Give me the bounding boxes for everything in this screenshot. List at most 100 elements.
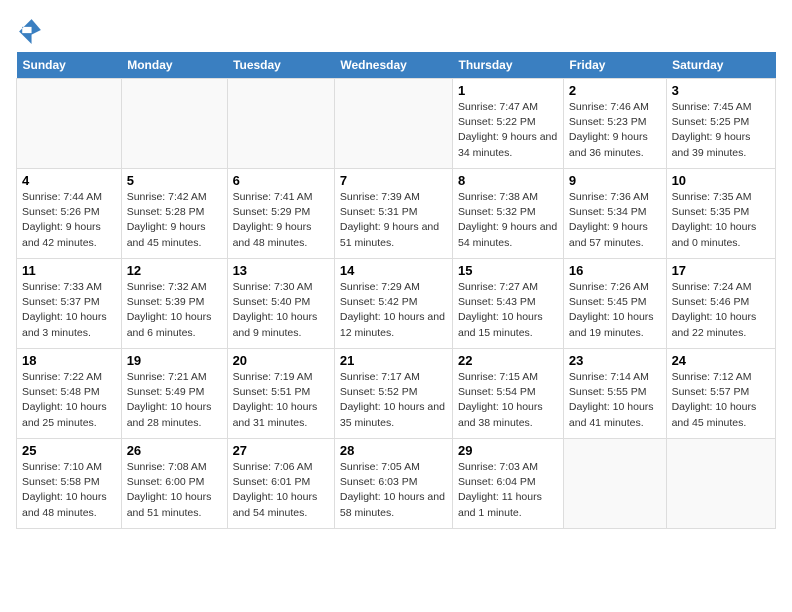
day-detail: Sunrise: 7:03 AMSunset: 6:04 PMDaylight:…	[458, 460, 558, 521]
day-detail: Sunrise: 7:33 AMSunset: 5:37 PMDaylight:…	[22, 280, 116, 341]
day-of-week-header: Monday	[121, 52, 227, 79]
calendar-week-row: 18 Sunrise: 7:22 AMSunset: 5:48 PMDayligh…	[17, 349, 776, 439]
calendar-cell: 1 Sunrise: 7:47 AMSunset: 5:22 PMDaylight…	[453, 79, 564, 169]
calendar-cell: 7 Sunrise: 7:39 AMSunset: 5:31 PMDaylight…	[334, 169, 452, 259]
day-number: 3	[672, 83, 770, 98]
calendar-cell: 18 Sunrise: 7:22 AMSunset: 5:48 PMDayligh…	[17, 349, 122, 439]
day-detail: Sunrise: 7:05 AMSunset: 6:03 PMDaylight:…	[340, 460, 447, 521]
calendar-cell: 14Sunrise: 7:29 AMSunset: 5:42 PMDayligh…	[334, 259, 452, 349]
day-of-week-header: Wednesday	[334, 52, 452, 79]
calendar-cell: 2 Sunrise: 7:46 AMSunset: 5:23 PMDaylight…	[563, 79, 666, 169]
day-of-week-header: Saturday	[666, 52, 775, 79]
calendar-cell: 21 Sunrise: 7:17 AMSunset: 5:52 PMDayligh…	[334, 349, 452, 439]
day-number: 25	[22, 443, 116, 458]
calendar-cell: 25 Sunrise: 7:10 AMSunset: 5:58 PMDayligh…	[17, 439, 122, 529]
day-number: 27	[233, 443, 329, 458]
day-detail: Sunrise: 7:26 AMSunset: 5:45 PMDaylight:…	[569, 280, 661, 341]
day-detail: Sunrise: 7:22 AMSunset: 5:48 PMDaylight:…	[22, 370, 116, 431]
calendar-cell	[563, 439, 666, 529]
calendar-week-row: 4 Sunrise: 7:44 AMSunset: 5:26 PMDaylight…	[17, 169, 776, 259]
day-detail: Sunrise: 7:47 AMSunset: 5:22 PMDaylight:…	[458, 100, 558, 161]
day-number: 23	[569, 353, 661, 368]
day-of-week-header: Thursday	[453, 52, 564, 79]
day-number: 17	[672, 263, 770, 278]
day-detail: Sunrise: 7:41 AMSunset: 5:29 PMDaylight:…	[233, 190, 329, 251]
day-number: 15	[458, 263, 558, 278]
page-header	[16, 16, 776, 44]
day-number: 28	[340, 443, 447, 458]
calendar-cell: 16 Sunrise: 7:26 AMSunset: 5:45 PMDayligh…	[563, 259, 666, 349]
calendar-cell: 24 Sunrise: 7:12 AMSunset: 5:57 PMDayligh…	[666, 349, 775, 439]
calendar-cell: 4 Sunrise: 7:44 AMSunset: 5:26 PMDaylight…	[17, 169, 122, 259]
calendar-cell: 3 Sunrise: 7:45 AMSunset: 5:25 PMDaylight…	[666, 79, 775, 169]
day-detail: Sunrise: 7:44 AMSunset: 5:26 PMDaylight:…	[22, 190, 116, 251]
day-detail: Sunrise: 7:12 AMSunset: 5:57 PMDaylight:…	[672, 370, 770, 431]
day-number: 11	[22, 263, 116, 278]
logo-icon	[16, 16, 44, 44]
day-detail: Sunrise: 7:35 AMSunset: 5:35 PMDaylight:…	[672, 190, 770, 251]
day-number: 22	[458, 353, 558, 368]
day-number: 4	[22, 173, 116, 188]
day-number: 24	[672, 353, 770, 368]
calendar-cell: 23Sunrise: 7:14 AMSunset: 5:55 PMDayligh…	[563, 349, 666, 439]
day-number: 16	[569, 263, 661, 278]
day-detail: Sunrise: 7:17 AMSunset: 5:52 PMDaylight:…	[340, 370, 447, 431]
calendar-cell: 29 Sunrise: 7:03 AMSunset: 6:04 PMDayligh…	[453, 439, 564, 529]
day-detail: Sunrise: 7:15 AMSunset: 5:54 PMDaylight:…	[458, 370, 558, 431]
calendar-cell: 8 Sunrise: 7:38 AMSunset: 5:32 PMDaylight…	[453, 169, 564, 259]
day-number: 2	[569, 83, 661, 98]
calendar-week-row: 25 Sunrise: 7:10 AMSunset: 5:58 PMDayligh…	[17, 439, 776, 529]
calendar-week-row: 11 Sunrise: 7:33 AMSunset: 5:37 PMDayligh…	[17, 259, 776, 349]
calendar-header-row: SundayMondayTuesdayWednesdayThursdayFrid…	[17, 52, 776, 79]
day-of-week-header: Friday	[563, 52, 666, 79]
calendar-cell: 28 Sunrise: 7:05 AMSunset: 6:03 PMDayligh…	[334, 439, 452, 529]
calendar-cell: 5 Sunrise: 7:42 AMSunset: 5:28 PMDaylight…	[121, 169, 227, 259]
day-detail: Sunrise: 7:24 AMSunset: 5:46 PMDaylight:…	[672, 280, 770, 341]
calendar-cell: 12Sunrise: 7:32 AMSunset: 5:39 PMDayligh…	[121, 259, 227, 349]
calendar-cell: 10 Sunrise: 7:35 AMSunset: 5:35 PMDayligh…	[666, 169, 775, 259]
calendar-cell: 22 Sunrise: 7:15 AMSunset: 5:54 PMDayligh…	[453, 349, 564, 439]
calendar-cell	[334, 79, 452, 169]
day-number: 5	[127, 173, 222, 188]
day-number: 8	[458, 173, 558, 188]
calendar-cell: 6 Sunrise: 7:41 AMSunset: 5:29 PMDaylight…	[227, 169, 334, 259]
day-number: 7	[340, 173, 447, 188]
day-number: 14	[340, 263, 447, 278]
calendar-week-row: 1 Sunrise: 7:47 AMSunset: 5:22 PMDaylight…	[17, 79, 776, 169]
day-detail: Sunrise: 7:27 AMSunset: 5:43 PMDaylight:…	[458, 280, 558, 341]
day-detail: Sunrise: 7:42 AMSunset: 5:28 PMDaylight:…	[127, 190, 222, 251]
calendar-cell: 19 Sunrise: 7:21 AMSunset: 5:49 PMDayligh…	[121, 349, 227, 439]
calendar-cell: 17 Sunrise: 7:24 AMSunset: 5:46 PMDayligh…	[666, 259, 775, 349]
day-number: 13	[233, 263, 329, 278]
day-detail: Sunrise: 7:10 AMSunset: 5:58 PMDaylight:…	[22, 460, 116, 521]
day-number: 20	[233, 353, 329, 368]
day-detail: Sunrise: 7:08 AMSunset: 6:00 PMDaylight:…	[127, 460, 222, 521]
day-detail: Sunrise: 7:19 AMSunset: 5:51 PMDaylight:…	[233, 370, 329, 431]
calendar-cell: 20 Sunrise: 7:19 AMSunset: 5:51 PMDayligh…	[227, 349, 334, 439]
calendar-cell: 13 Sunrise: 7:30 AMSunset: 5:40 PMDayligh…	[227, 259, 334, 349]
day-number: 9	[569, 173, 661, 188]
day-number: 6	[233, 173, 329, 188]
day-number: 10	[672, 173, 770, 188]
calendar-cell	[666, 439, 775, 529]
day-detail: Sunrise: 7:45 AMSunset: 5:25 PMDaylight:…	[672, 100, 770, 161]
day-number: 21	[340, 353, 447, 368]
calendar-cell: 15 Sunrise: 7:27 AMSunset: 5:43 PMDayligh…	[453, 259, 564, 349]
day-detail: Sunrise: 7:30 AMSunset: 5:40 PMDaylight:…	[233, 280, 329, 341]
day-detail: Sunrise: 7:46 AMSunset: 5:23 PMDaylight:…	[569, 100, 661, 161]
day-number: 19	[127, 353, 222, 368]
calendar-cell: 9 Sunrise: 7:36 AMSunset: 5:34 PMDaylight…	[563, 169, 666, 259]
day-number: 18	[22, 353, 116, 368]
day-detail: Sunrise: 7:06 AMSunset: 6:01 PMDaylight:…	[233, 460, 329, 521]
day-detail: Sunrise: 7:36 AMSunset: 5:34 PMDaylight:…	[569, 190, 661, 251]
calendar-cell	[227, 79, 334, 169]
day-number: 29	[458, 443, 558, 458]
day-of-week-header: Sunday	[17, 52, 122, 79]
day-detail: Sunrise: 7:39 AMSunset: 5:31 PMDaylight:…	[340, 190, 447, 251]
day-detail: Sunrise: 7:21 AMSunset: 5:49 PMDaylight:…	[127, 370, 222, 431]
calendar-cell	[121, 79, 227, 169]
day-detail: Sunrise: 7:38 AMSunset: 5:32 PMDaylight:…	[458, 190, 558, 251]
day-number: 1	[458, 83, 558, 98]
day-of-week-header: Tuesday	[227, 52, 334, 79]
day-number: 12	[127, 263, 222, 278]
